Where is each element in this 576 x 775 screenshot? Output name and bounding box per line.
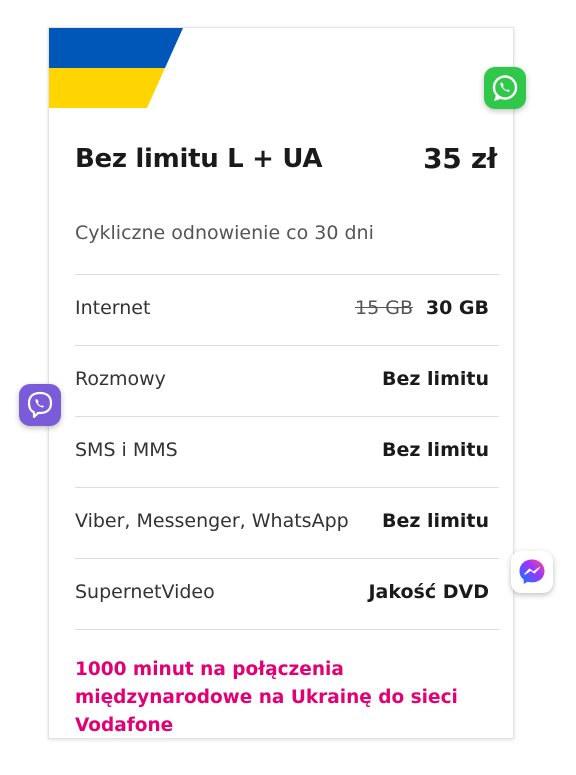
feature-value: Jakość DVD — [368, 581, 489, 603]
feature-row-calls: Rozmowy Bez limitu — [75, 345, 499, 416]
divider — [75, 629, 499, 630]
feature-row-internet: Internet 15 GB 30 GB — [75, 274, 499, 345]
plan-title: Bez limitu L + UA — [75, 144, 323, 174]
plan-price: 35 zł — [423, 142, 497, 175]
feature-label: Rozmowy — [75, 368, 166, 390]
feature-value: Bez limitu — [382, 439, 489, 461]
feature-row-messengers: Viber, Messenger, WhatsApp Bez limitu — [75, 487, 499, 558]
viber-icon — [19, 384, 61, 426]
offer-card: Bez limitu L + UA 35 zł Cykliczne odnowi… — [48, 27, 514, 739]
feature-label: SupernetVideo — [75, 581, 215, 603]
whatsapp-icon — [484, 67, 526, 109]
feature-label: SMS i MMS — [75, 439, 178, 461]
feature-value: 30 GB — [425, 297, 489, 319]
feature-row-sms: SMS i MMS Bez limitu — [75, 416, 499, 487]
promo-text: 1000 minut na połączenia międzynarodowe … — [75, 659, 458, 736]
features-list: Internet 15 GB 30 GB Rozmowy Bez limitu … — [75, 274, 499, 630]
renewal-info: Cykliczne odnowienie co 30 dni — [75, 222, 374, 244]
feature-old-value: 15 GB — [355, 297, 413, 319]
feature-value: Bez limitu — [382, 510, 489, 532]
feature-value: Bez limitu — [382, 368, 489, 390]
messenger-icon — [511, 551, 553, 593]
feature-label: Viber, Messenger, WhatsApp — [75, 510, 349, 532]
feature-row-video: SupernetVideo Jakość DVD — [75, 558, 499, 629]
ukraine-flag-icon — [49, 28, 183, 108]
feature-label: Internet — [75, 297, 151, 319]
